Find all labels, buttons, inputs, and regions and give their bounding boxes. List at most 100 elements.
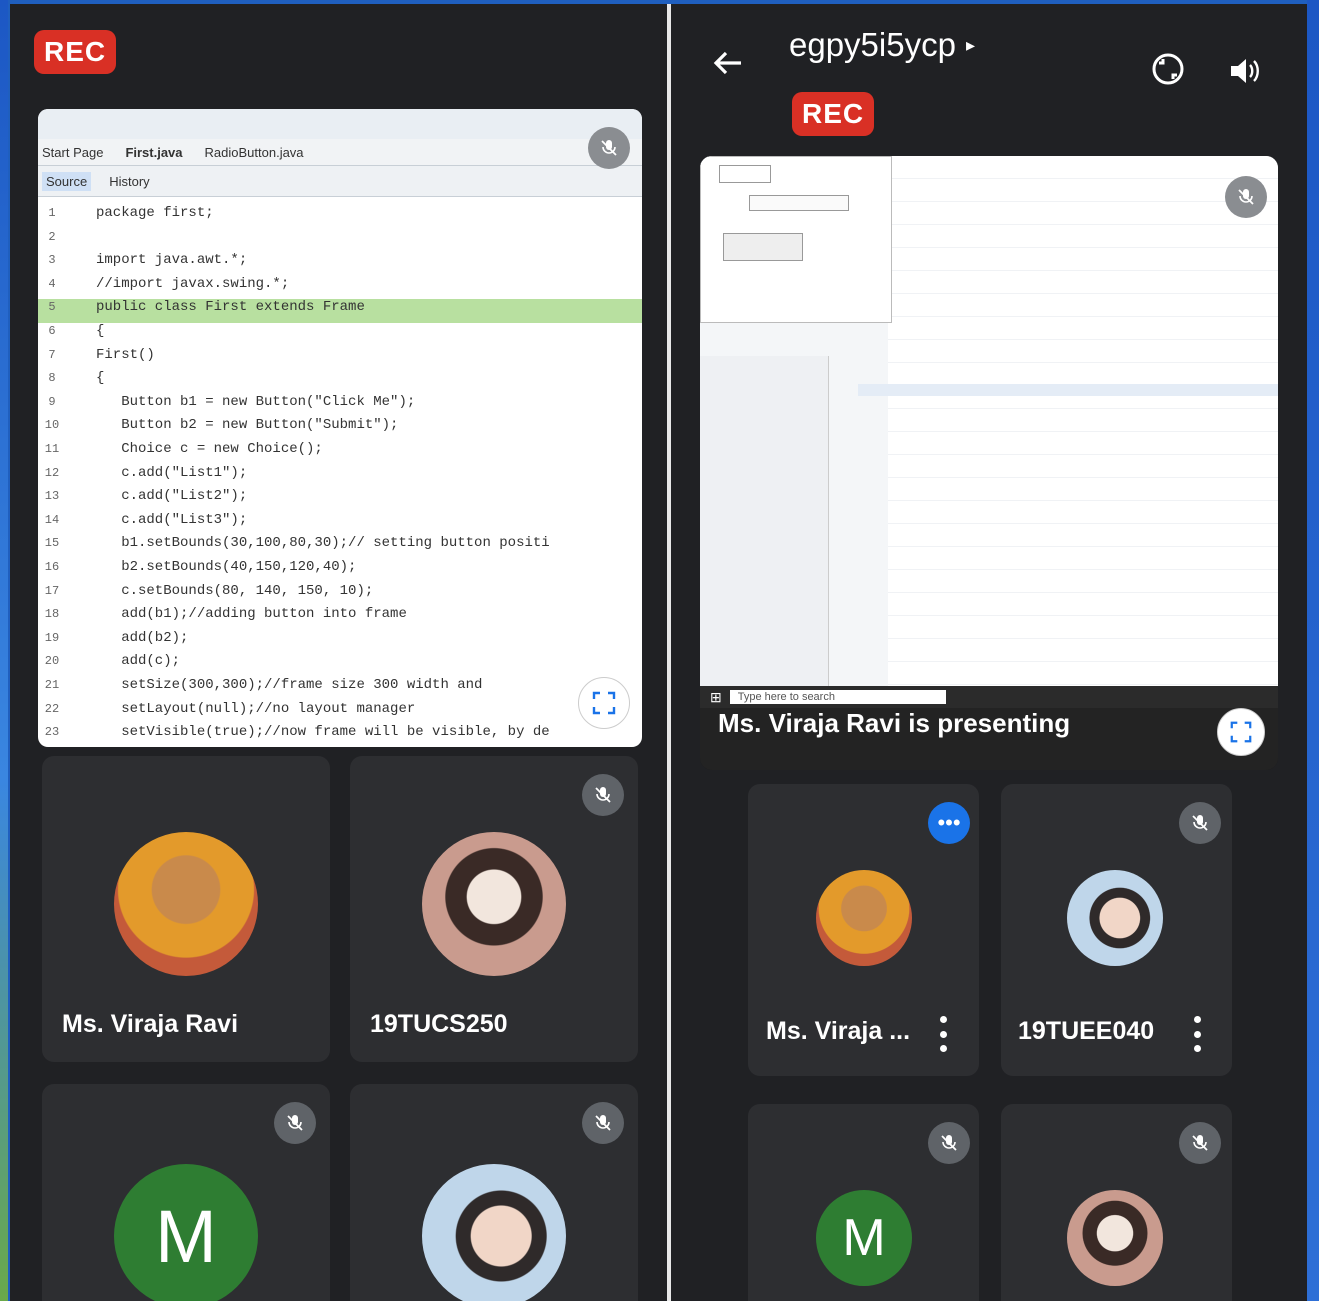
editor-tab-bar: Start Page First.java RadioButton.java xyxy=(38,139,642,166)
line-number: 18 xyxy=(44,607,60,622)
editor-subtab-bar: Source History xyxy=(38,166,642,197)
line-number: 20 xyxy=(44,654,60,669)
subtab-history[interactable]: History xyxy=(109,174,149,189)
code-text: b2.setBounds(40,150,120,40); xyxy=(96,559,357,575)
meeting-code-text: egpy5i5ycp xyxy=(789,26,956,63)
code-line: 12 c.add("List1"); xyxy=(38,465,642,489)
code-line: 2 xyxy=(38,229,642,253)
code-line: 6{ xyxy=(38,323,642,347)
participant-tile[interactable]: 19TUEE040 xyxy=(1001,784,1232,1076)
avatar xyxy=(422,1164,566,1301)
code-line: 21 setSize(300,300);//frame size 300 wid… xyxy=(38,677,642,701)
line-number: 13 xyxy=(44,489,60,504)
code-text: add(b2); xyxy=(96,629,189,646)
code-line: 4 //import javax.swing.*; xyxy=(38,276,642,300)
subtab-source[interactable]: Source xyxy=(42,171,92,191)
line-number: 9 xyxy=(48,394,56,409)
frame-window xyxy=(700,156,892,323)
netbeans-screenshot xyxy=(700,156,1278,686)
mic-off-icon xyxy=(582,774,624,816)
code-line: 7 First() xyxy=(38,347,642,371)
code-line: 10 Button b2 = new Button("Submit"); xyxy=(38,417,642,441)
speaker-icon[interactable] xyxy=(1227,54,1261,93)
avatar: M xyxy=(114,1164,258,1301)
line-number: 1 xyxy=(48,206,56,220)
code-text: add(b1);//adding button into frame xyxy=(96,606,407,623)
line-number: 17 xyxy=(44,583,60,598)
rec-badge: REC xyxy=(792,92,875,136)
code-line: 15 b1.setBounds(30,100,80,30);// setting… xyxy=(38,535,642,559)
avatar xyxy=(1067,870,1163,966)
line-number: 8 xyxy=(48,371,56,386)
mic-off-icon xyxy=(274,1102,316,1144)
switch-camera-icon[interactable] xyxy=(1149,50,1187,93)
code-text: b1.setBounds(30,100,80,30);// setting bu… xyxy=(96,535,550,552)
code-text: import java.awt.*; xyxy=(96,252,248,269)
participant-tile[interactable]: Ms. Viraja Ravi xyxy=(42,756,330,1062)
back-arrow-icon[interactable] xyxy=(711,46,745,85)
participant-tile[interactable]: 19TUCS250 xyxy=(350,756,638,1062)
code-line: 16 b2.setBounds(40,150,120,40); xyxy=(38,559,642,583)
tab-first-java[interactable]: First.java xyxy=(125,145,182,160)
shared-code-window: Start Page First.java RadioButton.java S… xyxy=(38,109,642,747)
line-number: 7 xyxy=(48,347,56,362)
participant-tile[interactable] xyxy=(350,1084,638,1301)
presenting-bar: ⊞ Type here to search Ms. Viraja Ravi is… xyxy=(700,686,1278,770)
code-line: 18 add(b1);//adding button into frame xyxy=(38,606,642,630)
code-text: c.setBounds(80, 140, 150, 10); xyxy=(96,582,374,599)
mic-off-icon xyxy=(1225,176,1267,218)
avatar xyxy=(422,832,566,976)
line-number: 19 xyxy=(44,630,60,645)
participant-tile[interactable]: M xyxy=(42,1084,330,1301)
code-line: 3 import java.awt.*; xyxy=(38,252,642,276)
code-line: 17 c.setBounds(80, 140, 150, 10); xyxy=(38,583,642,607)
fullscreen-icon[interactable] xyxy=(1217,708,1265,756)
code-text: add(c); xyxy=(96,653,181,670)
line-number: 4 xyxy=(48,276,56,291)
avatar-initial: M xyxy=(155,1194,217,1278)
more-options-icon[interactable] xyxy=(938,1016,948,1052)
line-number: 12 xyxy=(44,465,60,480)
code-text: Button b1 = new Button("Click Me"); xyxy=(96,393,416,410)
avatar xyxy=(114,832,258,976)
mic-off-icon xyxy=(588,127,630,169)
line-number: 2 xyxy=(48,229,56,244)
tab-start-page[interactable]: Start Page xyxy=(42,145,103,160)
participant-name: 19TUCS250 xyxy=(370,1010,508,1038)
code-text: { xyxy=(96,370,105,387)
participant-tile[interactable]: M xyxy=(748,1104,979,1301)
code-line: 13 c.add("List2"); xyxy=(38,488,642,512)
participant-tile[interactable] xyxy=(1001,1104,1232,1301)
participant-name: Ms. Viraja Ravi xyxy=(62,1010,239,1038)
avatar xyxy=(1067,1190,1163,1286)
line-number: 3 xyxy=(48,253,56,268)
participant-name: 19TUEE040 xyxy=(1018,1017,1155,1045)
desktop-edge-right xyxy=(1307,0,1319,1301)
line-number: 16 xyxy=(44,560,60,574)
line-number: 11 xyxy=(44,442,60,456)
participant-tile[interactable]: ••• Ms. Viraja ... xyxy=(748,784,979,1076)
fullscreen-icon[interactable] xyxy=(578,677,630,729)
avatar-initial: M xyxy=(842,1209,886,1267)
line-number: 21 xyxy=(44,678,60,692)
code-line: 14 c.add("List3"); xyxy=(38,512,642,536)
code-text: setSize(300,300);//frame size 300 width … xyxy=(96,677,483,693)
meeting-code[interactable]: egpy5i5ycp ▸ xyxy=(789,26,975,64)
windows-taskbar: ⊞ Type here to search xyxy=(700,686,1278,708)
shared-screen: ⊞ Type here to search Ms. Viraja Ravi is… xyxy=(700,156,1278,770)
tab-radiobutton-java[interactable]: RadioButton.java xyxy=(205,145,304,160)
avatar: M xyxy=(816,1190,912,1286)
code-text: First() xyxy=(96,346,155,363)
more-options-icon[interactable] xyxy=(1192,1016,1202,1052)
code-text: package first; xyxy=(96,205,214,221)
caret-right-icon: ▸ xyxy=(965,34,975,55)
code-text: c.add("List2"); xyxy=(96,488,248,505)
desktop-edge-left xyxy=(0,0,8,1301)
code-text: setVisible(true);//now frame will be vis… xyxy=(96,724,550,741)
rec-badge: REC xyxy=(34,30,117,74)
code-line: 19 add(b2); xyxy=(38,630,642,654)
mic-off-icon xyxy=(582,1102,624,1144)
participant-name: Ms. Viraja ... xyxy=(766,1017,911,1045)
line-number: 15 xyxy=(44,536,60,551)
mic-off-icon xyxy=(928,1122,970,1164)
